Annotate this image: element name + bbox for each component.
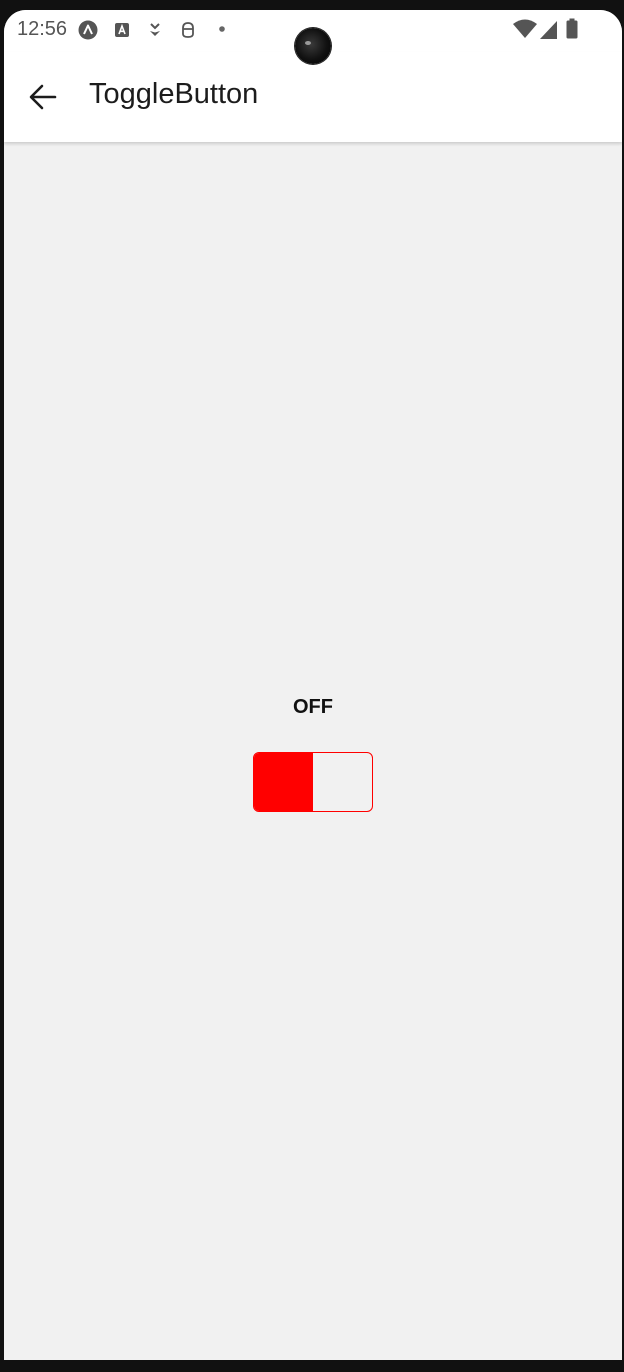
page-title: ToggleButton [89, 78, 259, 110]
toggle-state-label: OFF [293, 696, 333, 718]
dot-icon [219, 26, 225, 32]
front-camera [295, 28, 331, 64]
toggle-button[interactable] [253, 752, 373, 812]
robot-icon [182, 22, 194, 38]
signal-icon [540, 21, 557, 39]
back-arrow-icon[interactable] [26, 80, 60, 114]
download-icon [150, 23, 160, 36]
a-circle-icon [78, 20, 98, 40]
app-bar: ToggleButton [4, 52, 622, 142]
battery-icon [566, 18, 578, 39]
status-time: 12:56 [17, 18, 68, 40]
phone-screen: 12:56 ToggleButton OFF [4, 10, 622, 1360]
toggle-fill [254, 753, 313, 811]
a-box-icon [115, 23, 129, 37]
wifi-icon [513, 19, 537, 38]
